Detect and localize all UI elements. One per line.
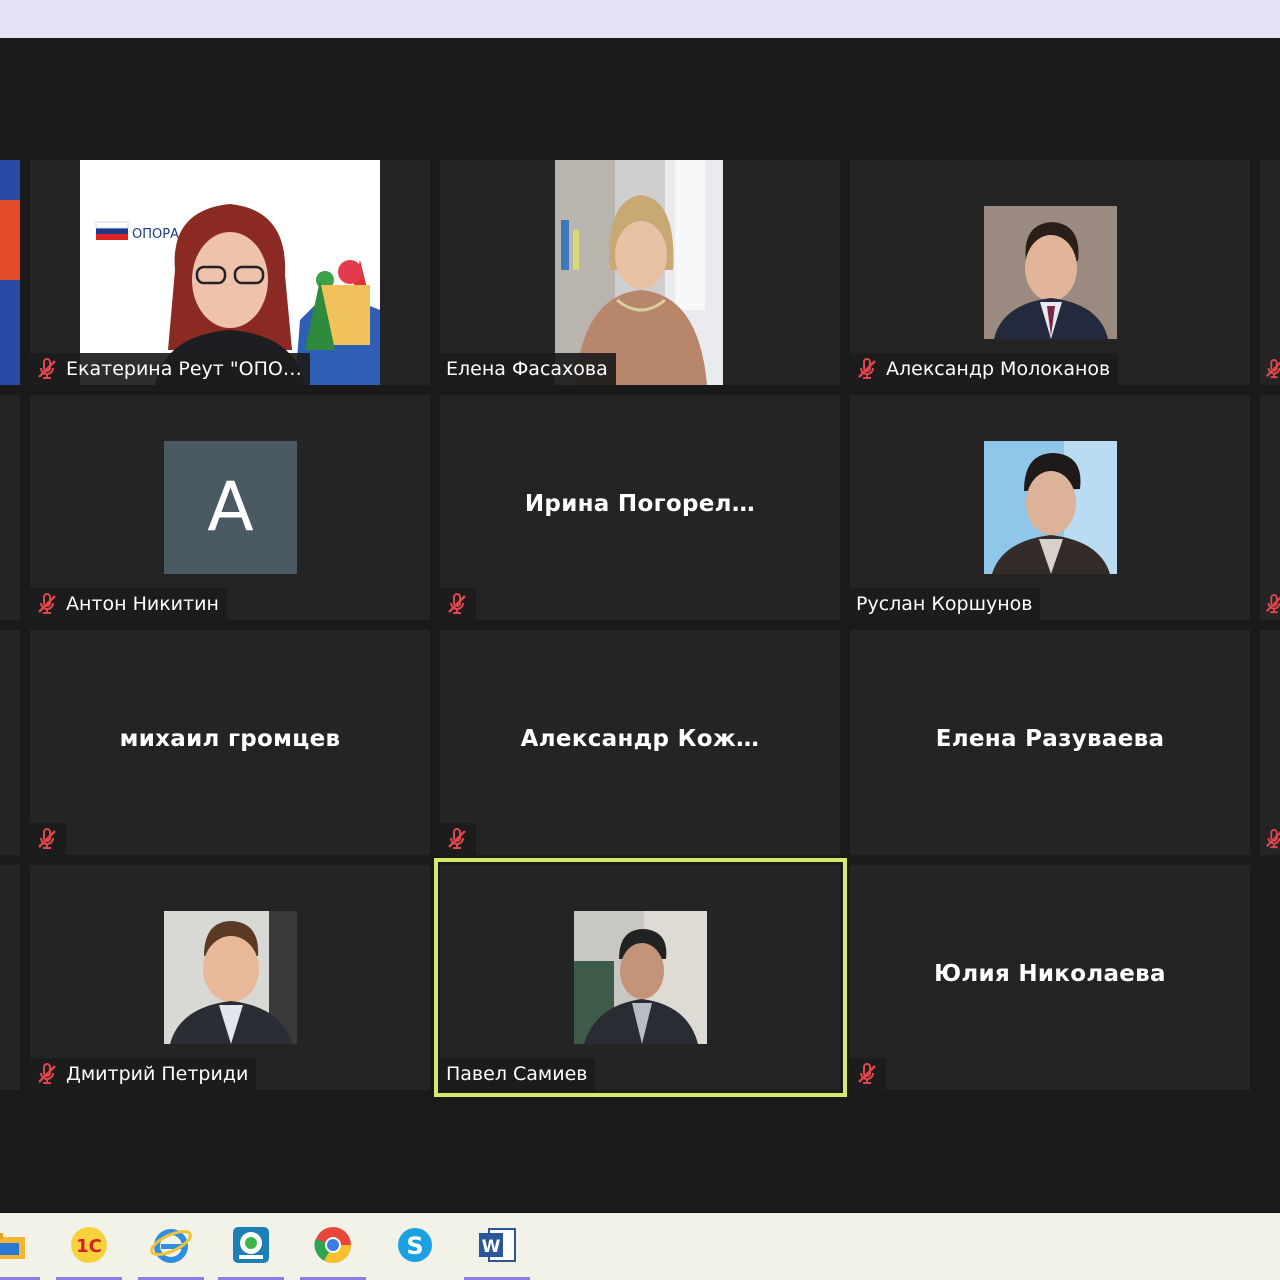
participant-name: Руслан Коршунов: [856, 593, 1033, 615]
participant-tile[interactable]: Елена Разуваева: [850, 630, 1250, 855]
participant-photo: [984, 206, 1117, 339]
taskbar-app-chrome[interactable]: [300, 1223, 366, 1280]
partial-video-tile[interactable]: [0, 395, 20, 620]
window-title-bar: [0, 0, 1280, 38]
mute-icon: [448, 593, 466, 614]
participant-photo: [984, 441, 1117, 574]
participant-name-label: Елена Фасахова: [440, 353, 616, 385]
mute-icon: [38, 593, 56, 614]
partial-video-tile[interactable]: [1260, 395, 1280, 620]
participant-name-label: [440, 588, 476, 620]
participant-letter-avatar: A: [164, 441, 297, 574]
participant-name: Екатерина Реут "ОПО…: [66, 358, 302, 380]
participant-name-label: [30, 823, 66, 855]
participant-video: [555, 160, 723, 385]
mute-icon: [38, 1063, 56, 1084]
participant-name-label: Руслан Коршунов: [850, 588, 1041, 620]
partial-video-tile[interactable]: [1260, 630, 1280, 855]
taskbar: 1C S W: [0, 1213, 1280, 1280]
participant-video-frame: [555, 160, 723, 385]
mute-icon: [858, 358, 876, 379]
partial-video-tile[interactable]: [1260, 160, 1280, 385]
active-speaker-highlight: [434, 858, 847, 1097]
word-icon-text: W: [482, 1237, 501, 1257]
taskbar-app-internet-explorer[interactable]: [138, 1223, 204, 1280]
partial-video-fragment: [0, 200, 20, 280]
mute-icon: [38, 358, 56, 379]
participant-tile[interactable]: Александр Кож…: [440, 630, 840, 855]
skype-icon-text: S: [406, 1232, 423, 1260]
participant-tile[interactable]: Александр Молоканов: [850, 160, 1250, 385]
participant-name-large: Ирина Погорел…: [524, 491, 756, 517]
partial-video-tile[interactable]: [0, 865, 20, 1090]
participant-name-large: михаил громцев: [119, 726, 341, 752]
participant-name: Елена Фасахова: [446, 358, 608, 380]
participant-name-label: Антон Никитин: [30, 588, 227, 620]
taskbar-app-messenger[interactable]: [218, 1223, 284, 1280]
messenger-icon: [233, 1227, 269, 1263]
participant-name-large: Юлия Николаева: [934, 961, 1166, 987]
participant-tile[interactable]: Руслан Коршунов: [850, 395, 1250, 620]
participant-name-label: [440, 823, 476, 855]
participant-tile[interactable]: михаил громцев: [30, 630, 430, 855]
chrome-icon: [314, 1227, 351, 1264]
1c-icon-text: 1C: [76, 1236, 102, 1257]
partial-video-tile[interactable]: [0, 630, 20, 855]
participant-name-label: Дмитрий Петриди: [30, 1058, 257, 1090]
participant-name-label: Екатерина Реут "ОПО…: [30, 353, 310, 385]
participant-name-label: Александр Молоканов: [850, 353, 1119, 385]
partial-video-tile[interactable]: [0, 160, 20, 385]
participant-avatar: [164, 911, 297, 1044]
participant-tile[interactable]: ОПОРА Екатерина Реут "ОПО…: [30, 160, 430, 385]
mute-icon: [38, 828, 56, 849]
participant-avatar: [984, 206, 1117, 339]
taskbar-app-1c[interactable]: 1C: [56, 1223, 122, 1280]
participant-name-large: Елена Разуваева: [935, 726, 1165, 752]
participant-name: Александр Молоканов: [886, 358, 1111, 380]
participant-name: Дмитрий Петриди: [66, 1063, 249, 1085]
mute-icon: [1265, 829, 1280, 849]
mute-icon: [1265, 359, 1280, 379]
participant-video: ОПОРА: [80, 160, 380, 385]
taskbar-app-word[interactable]: W: [464, 1223, 530, 1280]
internet-explorer-icon: [150, 1229, 192, 1263]
mute-icon: [858, 1063, 876, 1084]
participant-tile[interactable]: Юлия Николаева: [850, 865, 1250, 1090]
participant-tile[interactable]: Елена Фасахова: [440, 160, 840, 385]
opora-logo-text: ОПОРА: [132, 227, 179, 242]
participant-name: Антон Никитин: [66, 593, 219, 615]
mute-icon: [448, 828, 466, 849]
taskbar-app-skype[interactable]: S: [382, 1223, 448, 1280]
participant-video-frame: ОПОРА: [95, 204, 380, 385]
participant-tile[interactable]: Дмитрий Петриди: [30, 865, 430, 1090]
participant-photo: [164, 911, 297, 1044]
word-icon: W: [479, 1228, 516, 1262]
skype-icon: S: [398, 1228, 432, 1262]
participant-name-label: [850, 1058, 886, 1090]
participant-tile[interactable]: Ирина Погорел…: [440, 395, 840, 620]
participant-avatar: [984, 441, 1117, 574]
folder-icon: [0, 1233, 25, 1259]
participant-tile[interactable]: A Антон Никитин: [30, 395, 430, 620]
mute-icon: [1265, 594, 1280, 614]
1c-icon: 1C: [71, 1227, 107, 1263]
taskbar-app-explorer[interactable]: [0, 1223, 40, 1280]
participant-name-large: Александр Кож…: [520, 726, 760, 752]
